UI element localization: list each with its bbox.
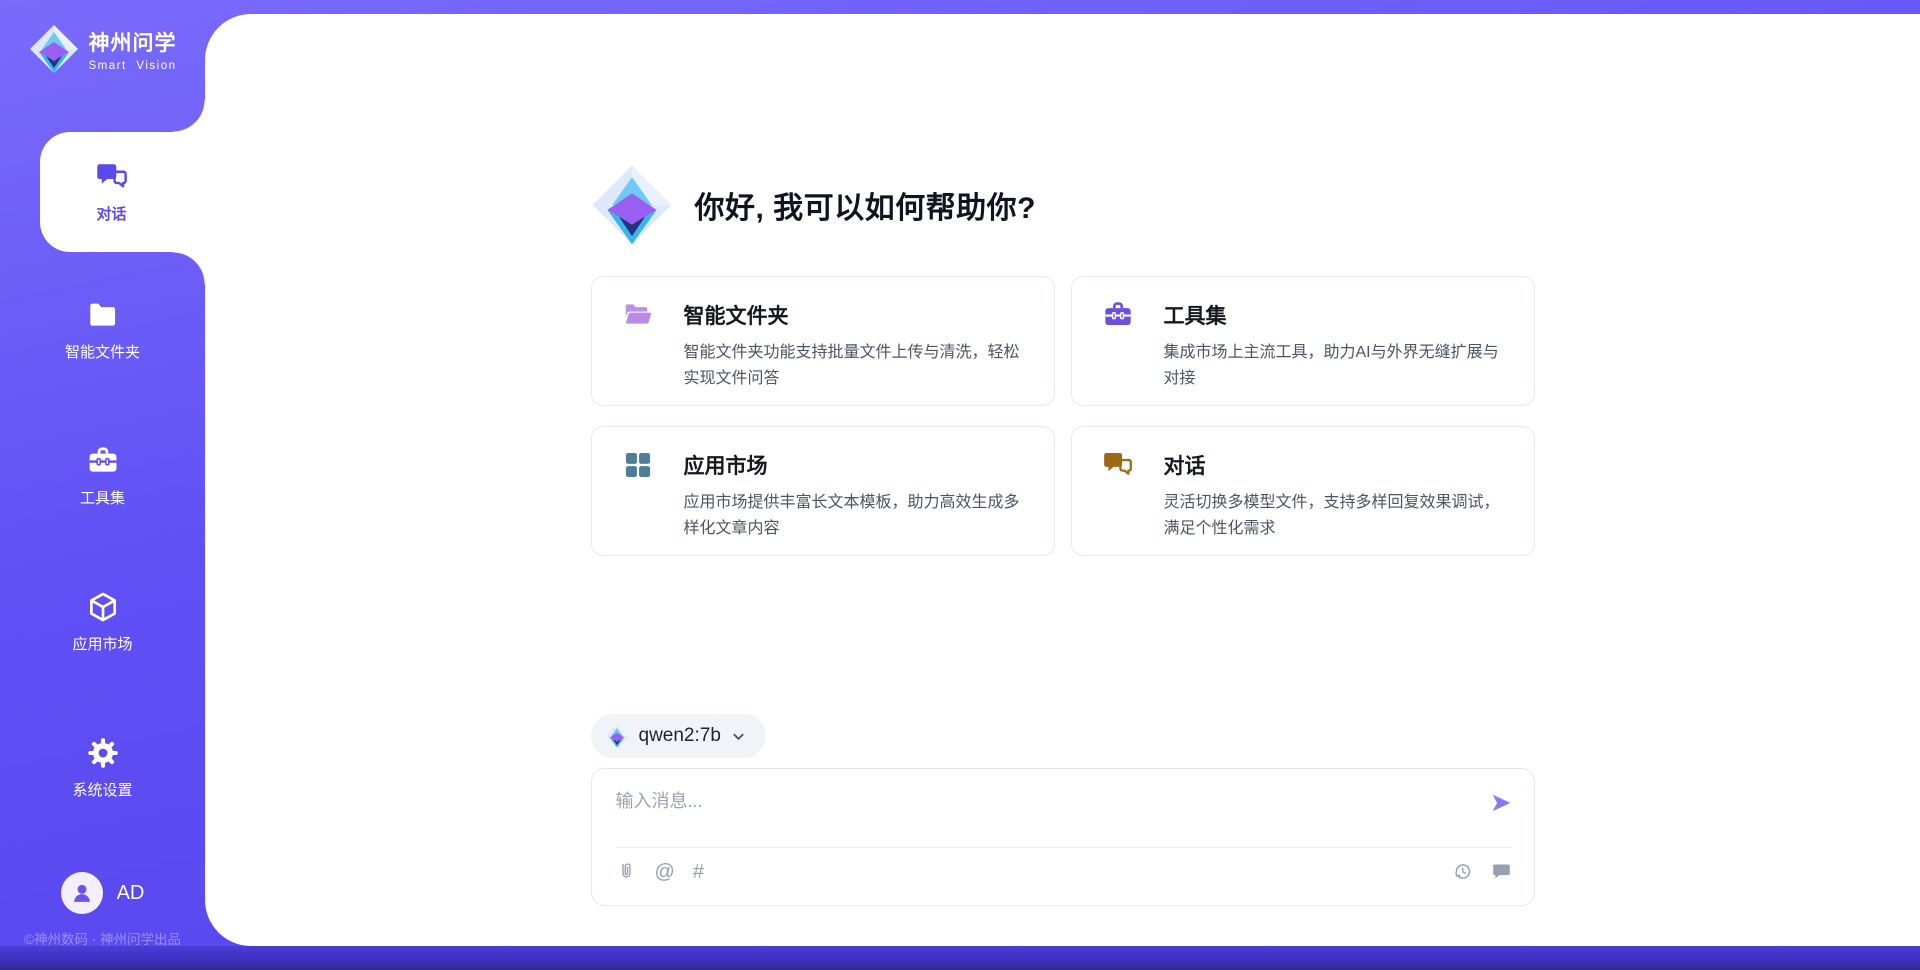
gear-icon [86,736,120,770]
card-description: 灵活切换多模型文件，支持多样回复效果调试，满足个性化需求 [1164,490,1510,542]
brand-diamond-icon [29,24,79,74]
message-composer: ➤ @ # [591,768,1535,906]
folder-icon [86,298,120,332]
card-title: 应用市场 [684,450,768,480]
model-selector[interactable]: qwen2:7b [591,714,766,758]
hashtag-icon[interactable]: # [693,862,704,882]
card-title: 工具集 [1164,300,1227,330]
feature-cards: 智能文件夹 智能文件夹功能支持批量文件上传与清洗，轻松实现文件问答 工具集 集成… [591,276,1535,556]
sidebar-item-app-market[interactable]: 应用市场 [0,590,205,654]
attachment-icon[interactable] [616,861,637,882]
greeting: 你好, 我可以如何帮助你? [591,164,1535,246]
send-icon[interactable]: ➤ [1490,789,1512,815]
brand-subtitle: Smart Vision [89,60,177,72]
message-input[interactable] [616,783,1490,843]
folder-open-icon [622,299,654,331]
greeting-title: 你好, 我可以如何帮助你? [695,183,1037,227]
card-title: 对话 [1164,450,1206,480]
card-head: 工具集 [1102,299,1510,331]
card-description: 集成市场上主流工具，助力AI与外界无缝扩展与对接 [1164,340,1510,392]
comment-icon[interactable] [1491,861,1512,882]
composer-toolbar: @ # [616,848,1512,895]
sidebar-item-settings[interactable]: 系统设置 [0,736,205,800]
sidebar: 神州问学 Smart Vision 对话 智能文件夹 工具集 应用市场 系统设置 [0,0,205,946]
grid-icon [622,449,654,481]
bottom-bar [0,946,1920,970]
chat-icon [95,160,129,194]
card-toolset[interactable]: 工具集 集成市场上主流工具，助力AI与外界无缝扩展与对接 [1071,276,1535,406]
card-head: 应用市场 [622,449,1030,481]
history-icon[interactable] [1452,861,1473,882]
chevron-down-icon [731,729,746,744]
person-icon [69,880,95,906]
sidebar-item-label: 对话 [96,203,126,224]
tab-curve-top [173,100,205,132]
card-description: 智能文件夹功能支持批量文件上传与清洗，轻松实现文件问答 [684,340,1030,392]
chat-icon [1102,449,1134,481]
main-content: 你好, 我可以如何帮助你? 智能文件夹 智能文件夹功能支持批量文件上传与清洗，轻… [591,14,1535,906]
card-smart-folder[interactable]: 智能文件夹 智能文件夹功能支持批量文件上传与清洗，轻松实现文件问答 [591,276,1055,406]
main-panel: 你好, 我可以如何帮助你? 智能文件夹 智能文件夹功能支持批量文件上传与清洗，轻… [205,14,1920,946]
user-initials: AD [117,882,145,905]
tab-curve-bottom [173,252,205,284]
sidebar-item-label: 系统设置 [72,779,132,800]
cube-icon [86,590,120,624]
card-title: 智能文件夹 [684,300,789,330]
sidebar-footer: ©神州数码 · 神州问学出品 [0,928,205,948]
model-name: qwen2:7b [639,725,721,747]
sidebar-item-label: 智能文件夹 [65,341,140,362]
brand-name: 神州问学 [89,27,177,57]
user-profile[interactable]: AD [0,872,205,914]
greeting-diamond-icon [591,164,673,246]
toolbox-icon [86,444,120,478]
sidebar-item-smart-folder[interactable]: 智能文件夹 [0,298,205,362]
toolbox-icon [1102,299,1134,331]
card-description: 应用市场提供丰富长文本模板，助力高效生成多样化文章内容 [684,490,1030,542]
sidebar-item-toolset[interactable]: 工具集 [0,444,205,508]
mention-icon[interactable]: @ [655,862,675,882]
sidebar-item-label: 工具集 [80,487,125,508]
brand-logo: 神州问学 Smart Vision [0,24,205,74]
avatar [61,872,103,914]
sidebar-item-chat[interactable]: 对话 [40,132,205,252]
sidebar-item-label: 应用市场 [72,633,132,654]
model-diamond-icon [605,724,629,748]
composer-input-row: ➤ [616,783,1512,847]
card-head: 对话 [1102,449,1510,481]
card-chat[interactable]: 对话 灵活切换多模型文件，支持多样回复效果调试，满足个性化需求 [1071,426,1535,556]
card-app-market[interactable]: 应用市场 应用市场提供丰富长文本模板，助力高效生成多样化文章内容 [591,426,1055,556]
card-head: 智能文件夹 [622,299,1030,331]
